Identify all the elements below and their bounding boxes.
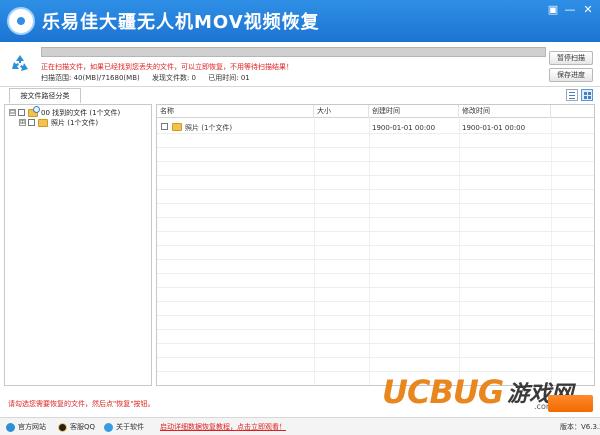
row-separator bbox=[157, 161, 594, 162]
window-title: 乐易佳大疆无人机MOV视频恢复 bbox=[42, 12, 320, 33]
official-site-link[interactable]: 官方网站 bbox=[6, 422, 46, 432]
row-separator bbox=[157, 217, 594, 218]
table-header: 名称 大小 创建时间 修改时间 bbox=[157, 105, 594, 118]
row-name: 照片 (1个文件) bbox=[185, 124, 233, 132]
tree-root-label: 00 找到的文件 (1个文件) bbox=[41, 108, 121, 117]
official-site-label: 官方网站 bbox=[18, 423, 46, 431]
row-separator bbox=[157, 315, 594, 316]
tutorial-link[interactable]: 启动详细数据恢复教程，点击立即观看！ bbox=[160, 422, 286, 432]
elapsed-time: 已用时间: 01 bbox=[208, 74, 250, 82]
qq-icon bbox=[58, 422, 67, 432]
row-separator bbox=[157, 301, 594, 302]
row-separator bbox=[157, 175, 594, 176]
view-toolbar: 按文件路径分类 bbox=[0, 88, 600, 103]
info-icon bbox=[104, 422, 113, 432]
scan-stats: 扫描范围: 40(MB)/71680(MB) 发现文件数: 0 已用时间: 01 bbox=[41, 73, 260, 83]
recycle-icon bbox=[12, 55, 28, 71]
row-separator bbox=[157, 287, 594, 288]
found-files-icon bbox=[28, 105, 40, 117]
row-separator bbox=[157, 133, 594, 134]
version-label: 版本：V6.3.3 bbox=[560, 423, 600, 431]
tree-item-checkbox[interactable] bbox=[28, 119, 35, 126]
row-separator bbox=[157, 329, 594, 330]
row-separator bbox=[157, 273, 594, 274]
row-separator bbox=[157, 259, 594, 260]
folder-icon bbox=[172, 123, 182, 131]
row-checkbox[interactable] bbox=[161, 123, 168, 130]
scan-progress-fill bbox=[42, 48, 545, 56]
col-modified[interactable]: 修改时间 bbox=[459, 105, 551, 118]
row-separator bbox=[157, 203, 594, 204]
row-separator bbox=[157, 343, 594, 344]
row-separator bbox=[157, 245, 594, 246]
status-footer: 官方网站 客服QQ 关于软件 启动详细数据恢复教程，点击立即观看！ 版本：V6.… bbox=[0, 417, 600, 435]
row-created: 1900-01-01 00:00 bbox=[372, 124, 436, 132]
about-link[interactable]: 关于软件 bbox=[104, 422, 144, 432]
col-created[interactable]: 创建时间 bbox=[369, 105, 459, 118]
folder-icon bbox=[38, 118, 48, 127]
recover-button[interactable] bbox=[548, 395, 593, 412]
col-size[interactable]: 大小 bbox=[314, 105, 369, 118]
about-label: 关于软件 bbox=[116, 423, 144, 431]
row-modified: 1900-01-01 00:00 bbox=[462, 124, 526, 132]
watermark-brand: UCBUG bbox=[382, 373, 504, 411]
scan-status-panel: 正在扫描文件，如果已经找到您丢失的文件，可以立即恢复，不用等待扫描结果！ 扫描范… bbox=[0, 42, 600, 87]
save-progress-button[interactable]: 保存进度 bbox=[549, 68, 593, 82]
found-count: 发现文件数: 0 bbox=[151, 74, 197, 82]
globe-icon bbox=[6, 422, 15, 432]
scan-range: 扫描范围: 40(MB)/71680(MB) bbox=[41, 74, 140, 82]
pause-scan-button[interactable]: 暂停扫描 bbox=[549, 51, 593, 65]
tab-by-path[interactable]: 按文件路径分类 bbox=[9, 88, 81, 103]
app-logo-icon bbox=[7, 7, 35, 35]
support-qq-label: 客服QQ bbox=[70, 423, 96, 431]
title-bar: 乐易佳大疆无人机MOV视频恢复 ▣ — ✕ bbox=[0, 0, 600, 42]
ucbug-watermark: UCBUG 游戏网 .com bbox=[382, 372, 573, 412]
col-name[interactable]: 名称 bbox=[157, 105, 314, 118]
scan-progress-bar bbox=[41, 47, 546, 57]
expand-toggle[interactable]: ⊞ bbox=[19, 119, 26, 126]
row-separator bbox=[157, 231, 594, 232]
tree-item-photos[interactable]: ⊞ 照片 (1个文件) bbox=[19, 117, 98, 128]
menu-icon[interactable]: ▣ bbox=[545, 3, 561, 17]
list-view-icon[interactable] bbox=[566, 89, 578, 101]
file-list: 名称 大小 创建时间 修改时间 照片 (1个文件) 1900-01-01 00:… bbox=[156, 104, 595, 386]
row-separator bbox=[157, 147, 594, 148]
collapse-toggle[interactable]: ⊟ bbox=[9, 109, 16, 116]
row-separator bbox=[157, 189, 594, 190]
close-button[interactable]: ✕ bbox=[580, 3, 596, 17]
grid-view-icon[interactable] bbox=[581, 89, 593, 101]
tree-item-label: 照片 (1个文件) bbox=[51, 118, 99, 127]
scan-message: 正在扫描文件，如果已经找到您丢失的文件，可以立即恢复，不用等待扫描结果！ bbox=[41, 63, 293, 71]
support-qq-link[interactable]: 客服QQ bbox=[58, 422, 95, 432]
row-separator bbox=[157, 357, 594, 358]
recover-hint: 请勾选您需要恢复的文件，然后点"恢复"按钮。 bbox=[8, 400, 155, 408]
tree-root-checkbox[interactable] bbox=[18, 109, 25, 116]
minimize-button[interactable]: — bbox=[562, 3, 578, 17]
folder-tree: ⊟ 00 找到的文件 (1个文件) ⊞ 照片 (1个文件) bbox=[4, 104, 152, 386]
